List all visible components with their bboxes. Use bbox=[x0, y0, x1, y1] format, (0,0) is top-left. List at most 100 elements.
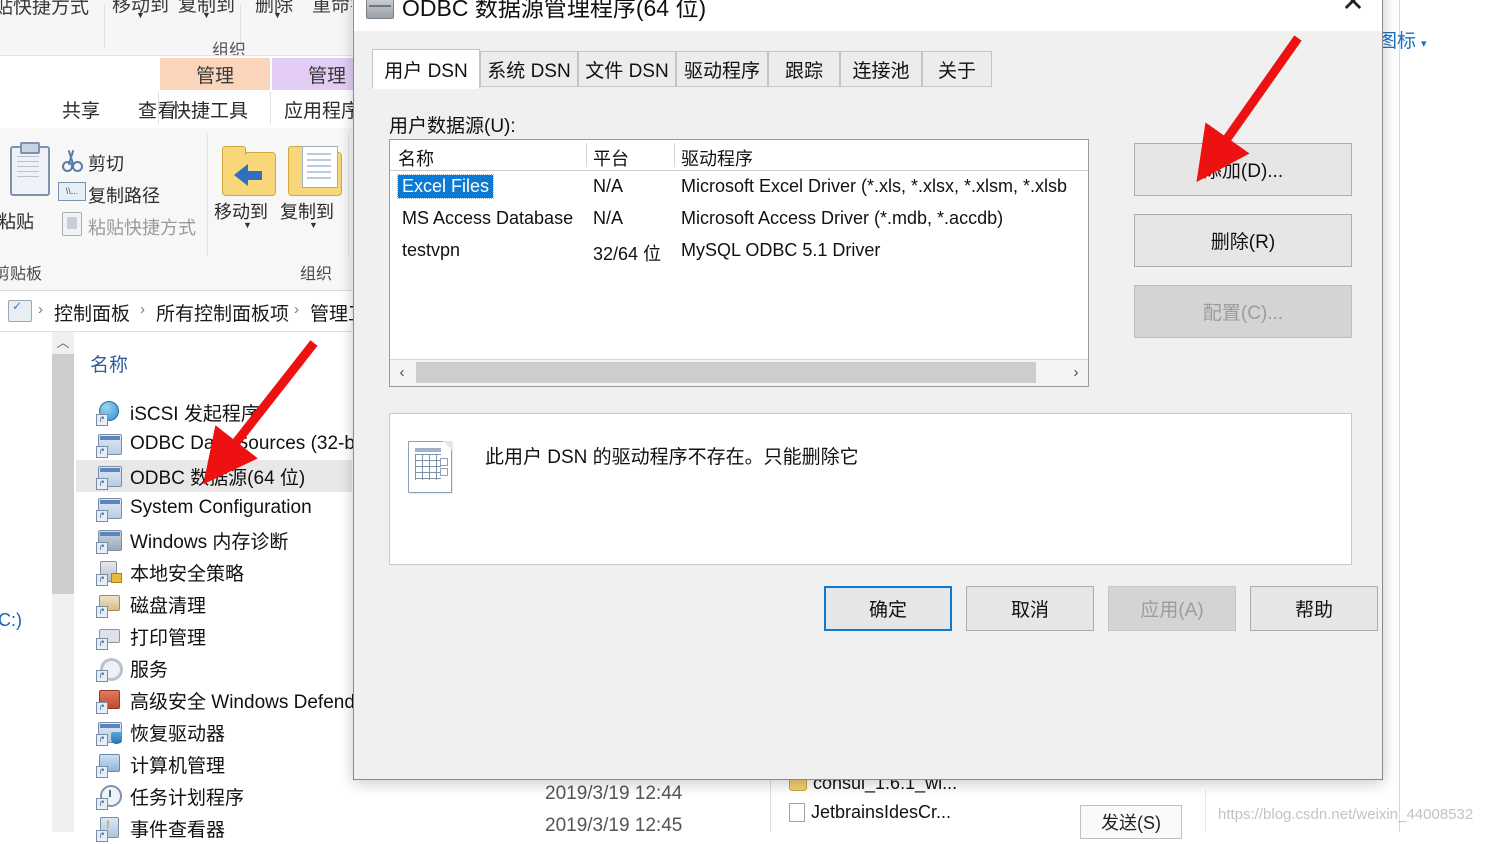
divider bbox=[1205, 790, 1206, 832]
icon-view-dropdown-label: 图标 bbox=[1378, 31, 1417, 52]
dialog-tab-strip: 用户 DSN 系统 DSN 文件 DSN 驱动程序 跟踪 连接池 关于 bbox=[372, 49, 1362, 89]
contextual-tab-header-picture-tools[interactable]: 管理 bbox=[160, 58, 270, 90]
tab-view[interactable]: 查看 bbox=[138, 96, 176, 123]
breadcrumb-item-control-panel[interactable]: 控制面板 bbox=[54, 299, 130, 326]
tab-user-dsn[interactable]: 用户 DSN bbox=[372, 49, 480, 89]
ribbon-group-clipboard-label: 剪贴板 bbox=[0, 266, 43, 283]
dialog-body: 用户 DSN 系统 DSN 文件 DSN 驱动程序 跟踪 连接池 关于 用户数据… bbox=[354, 31, 1382, 779]
user-dsn-listview[interactable]: 名称 平台 驱动程序 Excel Files N/A Microsoft Exc… bbox=[389, 139, 1089, 387]
remove-button[interactable]: 删除(R) bbox=[1134, 214, 1352, 267]
explorer-content-area: (C:) ) ) ︿ 名称 ↱ iSCSI 发起程序 ↱ ODBC Data S… bbox=[0, 332, 355, 842]
dsn-document-icon bbox=[408, 441, 452, 493]
ribbon-rename-overflow[interactable]: 重命名 bbox=[312, 0, 352, 17]
odbc-data-source-administrator-dialog: ODBC 数据源管理程序(64 位) ✕ 用户 DSN 系统 DSN 文件 DS… bbox=[353, 0, 1383, 780]
list-item[interactable]: ↱ 计算机管理 bbox=[76, 748, 352, 780]
list-item[interactable]: ↱ 磁盘清理 bbox=[76, 588, 352, 620]
nav-fragment[interactable]: (C:) bbox=[0, 610, 22, 631]
tab-share[interactable]: 共享 bbox=[62, 96, 100, 123]
list-item-odbc-64[interactable]: ↱ ODBC 数据源(64 位) bbox=[76, 460, 352, 492]
list-item[interactable]: JetbrainsIdesCr... bbox=[789, 802, 951, 823]
tab-tracing[interactable]: 跟踪 bbox=[768, 51, 840, 87]
list-item-label: Windows 内存诊断 bbox=[130, 531, 289, 553]
file-icon bbox=[789, 803, 805, 822]
icon-view-dropdown[interactable]: 图标 ▾ bbox=[1378, 26, 1427, 53]
apply-button: 应用(A) bbox=[1108, 586, 1236, 631]
copy-path-button-label[interactable]: 复制路径 bbox=[88, 182, 160, 208]
lock-shortcut-icon: ↱ bbox=[96, 560, 122, 586]
list-item-label: 高级安全 Windows Defend bbox=[130, 691, 355, 713]
dsn-driver-cell: MySQL ODBC 5.1 Driver bbox=[681, 240, 881, 260]
scroll-left-icon[interactable]: ‹ bbox=[390, 360, 414, 385]
list-item-label: 本地安全策略 bbox=[130, 563, 245, 585]
help-button[interactable]: 帮助 bbox=[1250, 586, 1378, 631]
control-panel-icon bbox=[8, 299, 32, 322]
configure-button: 配置(C)... bbox=[1134, 285, 1352, 338]
dsn-name-cell[interactable]: MS Access Database bbox=[398, 207, 577, 230]
ribbon-tab-row: 共享 查看 快捷工具 应用程序 bbox=[0, 90, 360, 129]
close-icon[interactable]: ✕ bbox=[1324, 0, 1382, 23]
explorer-column-header-name[interactable]: 名称 bbox=[90, 350, 128, 377]
tab-system-dsn[interactable]: 系统 DSN bbox=[480, 51, 578, 87]
send-button[interactable]: 发送(S) bbox=[1080, 805, 1182, 839]
ok-button[interactable]: 确定 bbox=[824, 586, 952, 631]
list-item[interactable]: ↱ Windows 内存诊断 bbox=[76, 524, 352, 556]
date-modified-value: 2019/3/19 12:45 bbox=[545, 815, 683, 836]
scroll-right-icon[interactable]: › bbox=[1064, 360, 1088, 385]
column-header-name[interactable]: 名称 bbox=[398, 145, 434, 171]
scroll-up-icon[interactable]: ︿ bbox=[52, 332, 74, 354]
cut-button-label[interactable]: 剪切 bbox=[88, 150, 124, 176]
tab-shortcut-tools[interactable]: 快捷工具 bbox=[172, 96, 248, 123]
ribbon-paste-shortcut-overflow[interactable]: 贴快捷方式 bbox=[0, 0, 89, 19]
copy-to-button-label[interactable]: 复制到 bbox=[280, 198, 334, 224]
chevron-down-icon: ▼ bbox=[202, 10, 211, 20]
cancel-button[interactable]: 取消 bbox=[966, 586, 1094, 631]
paste-button-label[interactable]: 粘贴 bbox=[0, 208, 34, 234]
list-item[interactable]: ↱ 事件查看器 bbox=[76, 812, 352, 844]
list-item-label: 磁盘清理 bbox=[130, 595, 207, 617]
table-row[interactable]: testvpn 32/64 位 MySQL ODBC 5.1 Driver bbox=[390, 235, 1088, 267]
list-item-label: 恢复驱动器 bbox=[130, 723, 226, 745]
user-data-sources-label: 用户数据源(U): bbox=[389, 116, 516, 137]
tab-connection-pooling[interactable]: 连接池 bbox=[840, 51, 922, 87]
table-row[interactable]: Excel Files N/A Microsoft Excel Driver (… bbox=[390, 171, 1088, 203]
dsn-name-cell[interactable]: Excel Files bbox=[396, 174, 495, 199]
list-item[interactable]: ↱ System Configuration bbox=[76, 492, 352, 524]
breadcrumb-item-all-items[interactable]: 所有控制面板项 bbox=[156, 299, 289, 326]
list-item-label: 服务 bbox=[130, 659, 169, 681]
tab-drivers[interactable]: 驱动程序 bbox=[676, 51, 768, 87]
explorer-scrollbar-thumb[interactable] bbox=[52, 354, 74, 594]
list-item-label: 计算机管理 bbox=[130, 755, 226, 777]
dsn-name-cell[interactable]: testvpn bbox=[398, 239, 464, 262]
chevron-down-icon: ▼ bbox=[243, 220, 252, 230]
mmc-shortcut-icon: ↱ bbox=[96, 464, 122, 490]
move-to-button-label[interactable]: 移动到 bbox=[214, 198, 268, 224]
list-item[interactable]: ↱ 高级安全 Windows Defend bbox=[76, 684, 355, 716]
display-shortcut-icon: ↱ bbox=[96, 752, 122, 778]
breadcrumb[interactable]: › 控制面板 › 所有控制面板项 › 管理工具 bbox=[0, 291, 386, 332]
clipboard-icon bbox=[10, 142, 50, 196]
table-row[interactable]: MS Access Database N/A Microsoft Access … bbox=[390, 203, 1088, 235]
paste-shortcut-button-label: 粘贴快捷方式 bbox=[88, 218, 196, 238]
breadcrumb-separator-icon: › bbox=[38, 301, 43, 318]
column-header-platform[interactable]: 平台 bbox=[593, 145, 629, 171]
dsn-platform-cell: N/A bbox=[593, 208, 624, 228]
list-item[interactable]: ↱ 服务 bbox=[76, 652, 352, 684]
add-button[interactable]: 添加(D)... bbox=[1134, 143, 1352, 196]
list-item[interactable]: ↱ 打印管理 bbox=[76, 620, 352, 652]
memory-shortcut-icon: ↱ bbox=[96, 528, 122, 554]
tab-about[interactable]: 关于 bbox=[922, 51, 992, 87]
list-item-label: 打印管理 bbox=[130, 627, 207, 649]
ribbon-group-organize-overflow: 组织 bbox=[212, 41, 246, 56]
tab-application-tools[interactable]: 应用程序 bbox=[284, 96, 360, 123]
tab-file-dsn[interactable]: 文件 DSN bbox=[578, 51, 676, 87]
list-item[interactable]: ↱ 恢复驱动器 bbox=[76, 716, 352, 748]
list-item[interactable]: ↱ ODBC Data Sources (32-b bbox=[76, 428, 355, 460]
list-item[interactable]: ↱ 任务计划程序 bbox=[76, 780, 352, 812]
list-item[interactable]: ↱ iSCSI 发起程序 bbox=[76, 396, 352, 428]
list-item[interactable]: ↱ 本地安全策略 bbox=[76, 556, 352, 588]
broom-shortcut-icon: ↱ bbox=[96, 592, 122, 618]
horizontal-scrollbar[interactable]: ‹ › bbox=[390, 359, 1088, 386]
column-header-driver[interactable]: 驱动程序 bbox=[681, 145, 753, 171]
scrollbar-thumb[interactable] bbox=[416, 362, 1036, 383]
dialog-title-bar[interactable]: ODBC 数据源管理程序(64 位) ✕ bbox=[354, 0, 1382, 31]
